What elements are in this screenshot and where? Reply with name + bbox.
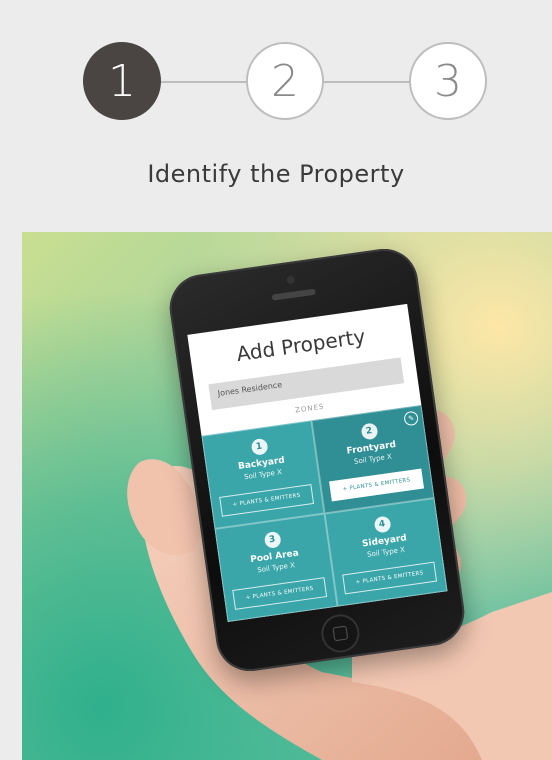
step-1[interactable]: 1 <box>83 42 161 120</box>
zone-card-3[interactable]: 3 Pool Area Soil Type X + PLANTS & EMITT… <box>214 513 338 623</box>
zone-card-4[interactable]: 4 Sideyard Soil Type X + PLANTS & EMITTE… <box>324 498 448 607</box>
zones-grid: 1 Backyard Soil Type X + PLANTS & EMITTE… <box>201 404 448 623</box>
zone-number: 4 <box>373 515 392 534</box>
home-square-icon <box>332 625 349 642</box>
add-plants-button[interactable]: + PLANTS & EMITTERS <box>232 577 328 610</box>
add-plants-button[interactable]: + PLANTS & EMITTERS <box>329 468 424 502</box>
phone-screen: Add Property Jones Residence ZONES 1 Bac… <box>187 303 448 623</box>
add-plants-button[interactable]: + PLANTS & EMITTERS <box>219 484 315 517</box>
zone-card-2[interactable]: ✎ 2 Frontyard Soil Type X + PLANTS & EMI… <box>311 404 435 514</box>
pencil-icon[interactable]: ✎ <box>403 410 420 427</box>
page-title: Identify the Property <box>147 160 405 188</box>
step-connector <box>322 81 412 83</box>
step-3[interactable]: 3 <box>409 42 487 120</box>
step-2[interactable]: 2 <box>246 42 324 120</box>
zone-card-1[interactable]: 1 Backyard Soil Type X + PLANTS & EMITTE… <box>201 420 325 529</box>
step-indicator: 1 2 3 <box>0 0 552 150</box>
zone-number: 2 <box>360 422 379 441</box>
zone-number: 3 <box>263 530 282 550</box>
step-connector <box>160 81 250 83</box>
hero-image: Add Property Jones Residence ZONES 1 Bac… <box>22 232 552 760</box>
zone-number: 1 <box>250 437 269 456</box>
add-plants-button[interactable]: + PLANTS & EMITTERS <box>342 561 438 595</box>
